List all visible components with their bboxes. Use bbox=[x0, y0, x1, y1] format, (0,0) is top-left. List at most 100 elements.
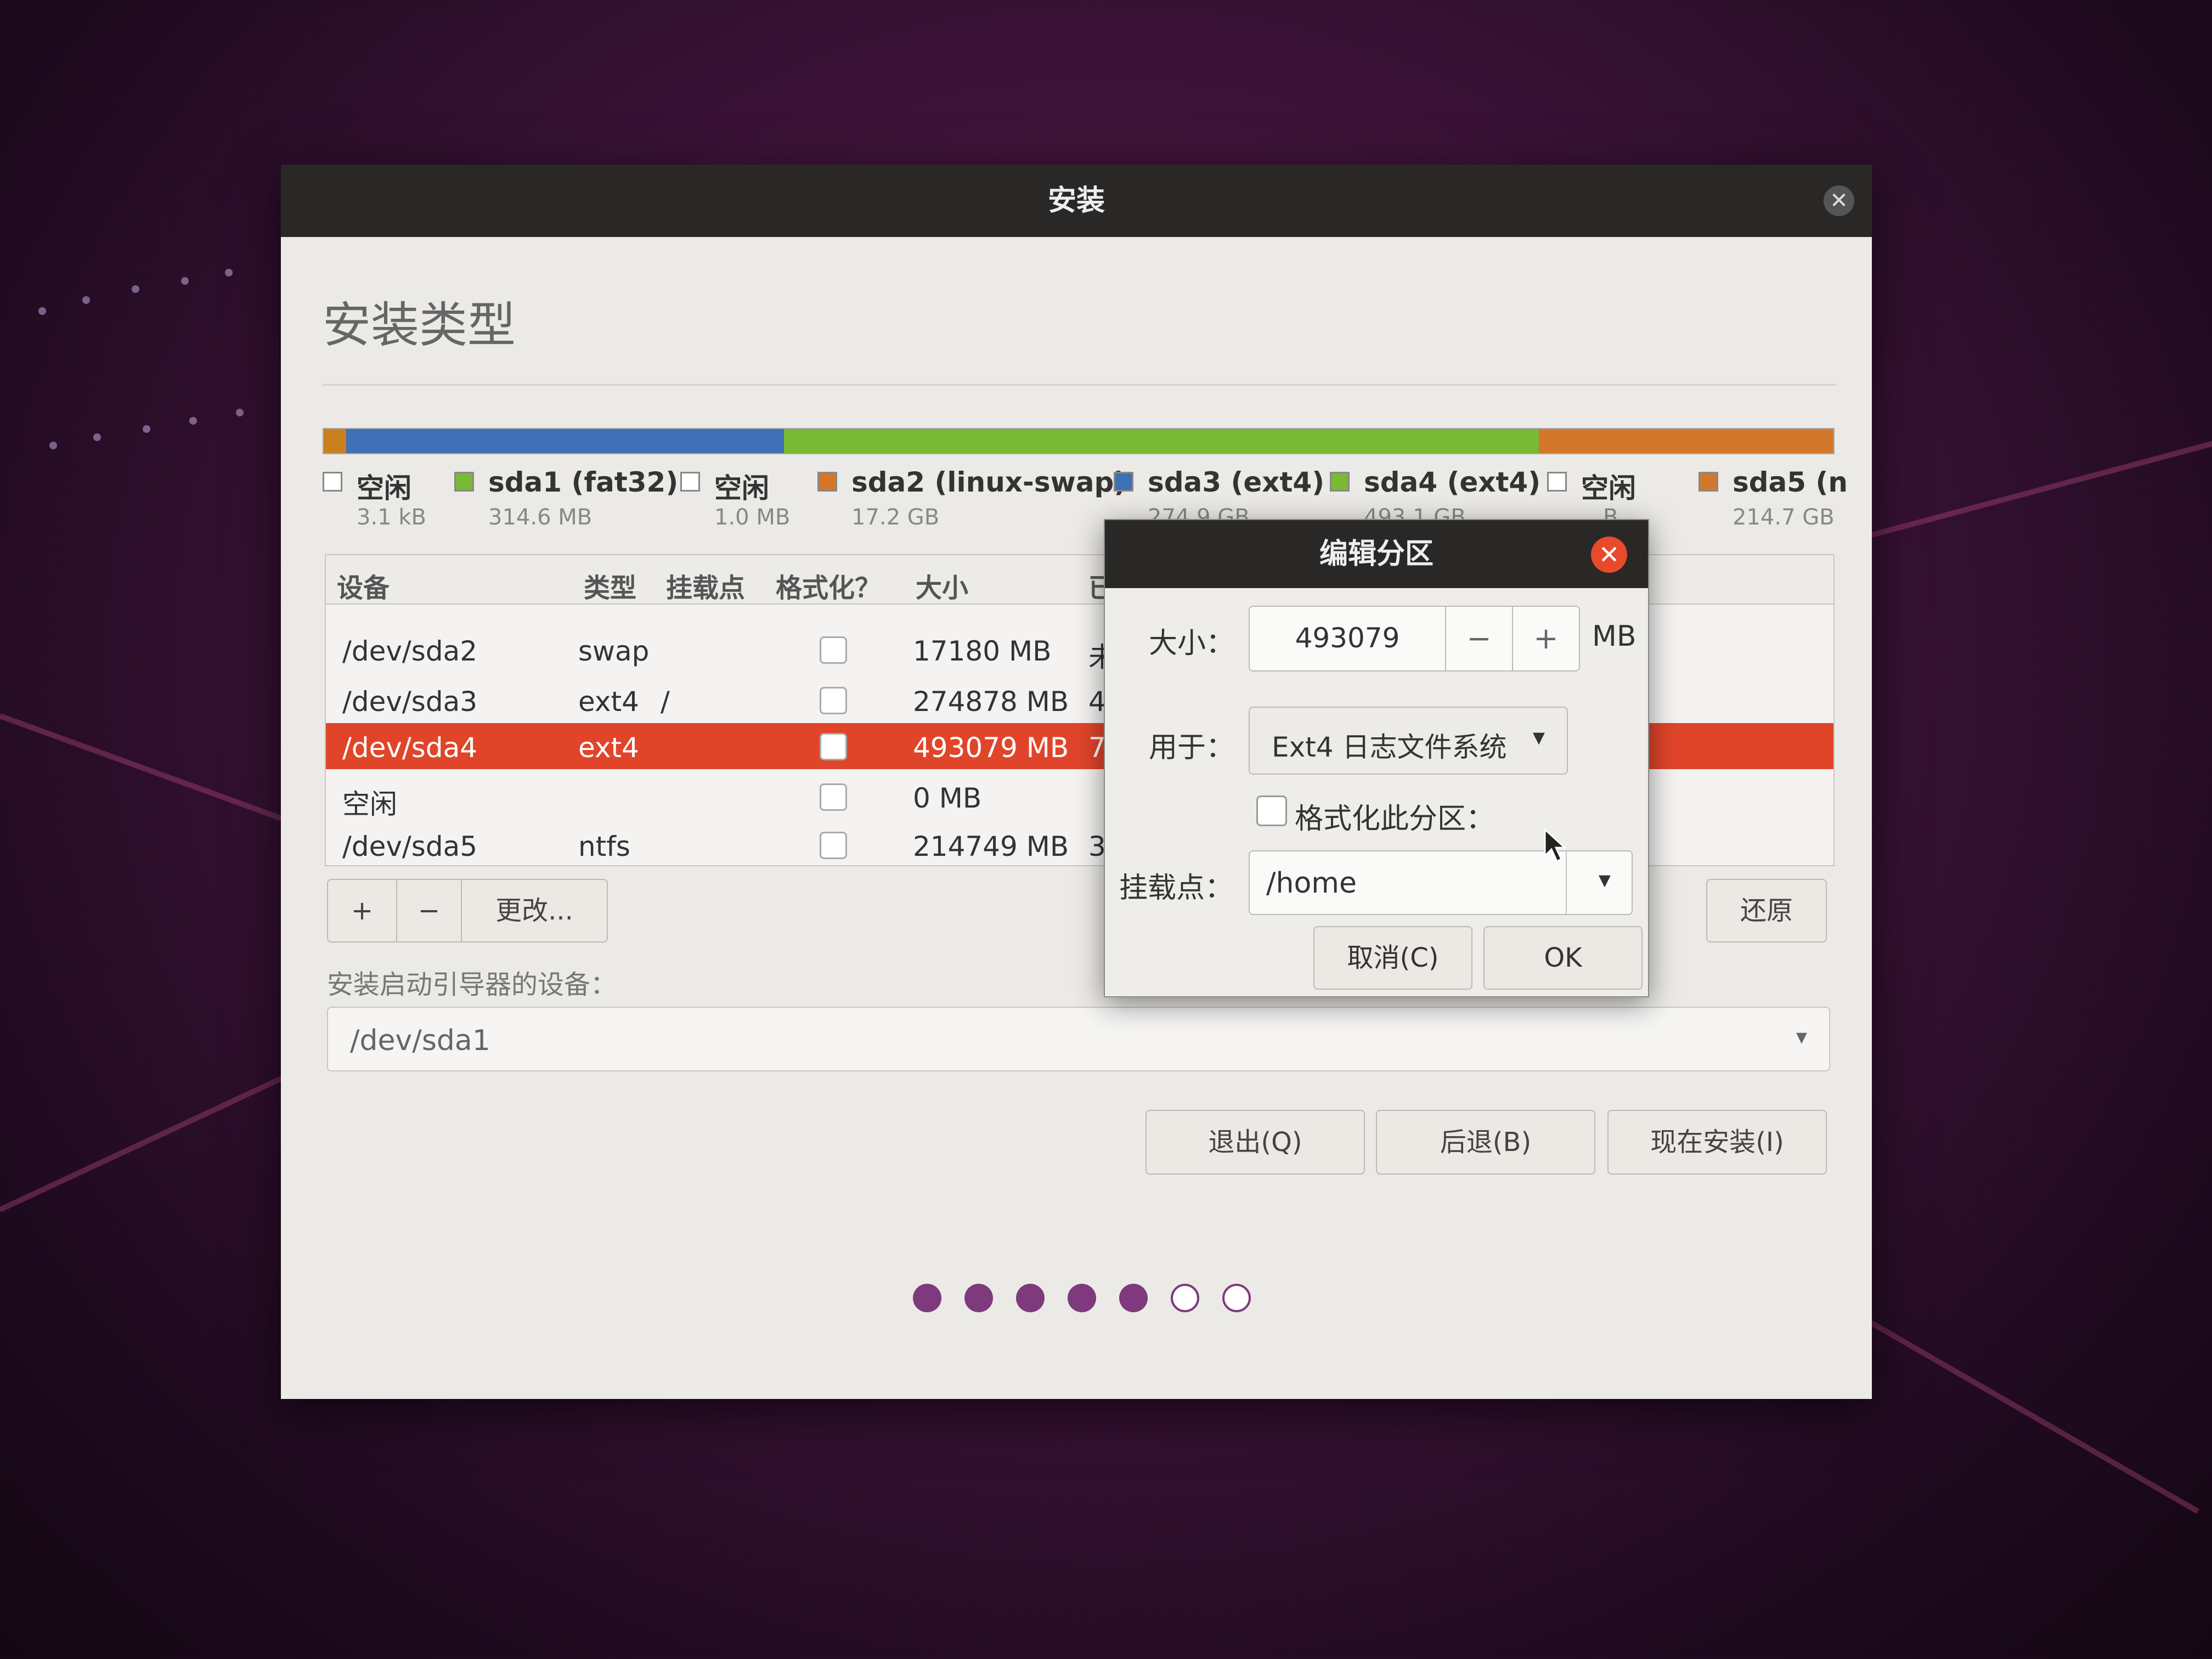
legend-name: sda1 (fat32) bbox=[488, 466, 679, 498]
window-titlebar[interactable]: 安装 ✕ bbox=[281, 165, 1872, 237]
progress-dot bbox=[1171, 1284, 1199, 1312]
dialog-titlebar[interactable]: 编辑分区 ✕ bbox=[1105, 520, 1648, 588]
format-checkbox[interactable] bbox=[820, 636, 847, 664]
cell-type: ext4 bbox=[578, 732, 639, 764]
close-icon[interactable]: ✕ bbox=[1591, 537, 1627, 573]
legend-size: 17.2 GB bbox=[851, 505, 940, 530]
legend-color-swatch bbox=[1547, 472, 1567, 492]
size-value: 493079 bbox=[1295, 622, 1400, 654]
size-unit: MB bbox=[1592, 620, 1637, 653]
format-checkbox[interactable] bbox=[820, 783, 847, 811]
background-ray bbox=[1864, 1317, 2199, 1514]
column-header-type[interactable]: 类型 bbox=[584, 566, 636, 605]
background-dot bbox=[49, 442, 57, 449]
chevron-down-icon: ▾ bbox=[1796, 1024, 1807, 1049]
back-button[interactable]: 后退(B) bbox=[1376, 1110, 1595, 1175]
legend-name: sda3 (ext4) bbox=[1148, 466, 1325, 498]
cell-device: /dev/sda4 bbox=[342, 732, 478, 764]
legend-color-swatch bbox=[1330, 472, 1350, 492]
legend-color-swatch bbox=[817, 472, 837, 492]
legend-name: 空闲 bbox=[357, 472, 411, 504]
background-dot bbox=[38, 307, 46, 315]
column-header-size[interactable]: 大小 bbox=[916, 566, 968, 605]
background-dot bbox=[132, 285, 139, 293]
cell-type: ext4 bbox=[578, 686, 639, 718]
partition-bar-segment bbox=[324, 429, 347, 453]
divider bbox=[323, 384, 1837, 386]
background-dot bbox=[82, 296, 90, 304]
bootloader-device-value: /dev/sda1 bbox=[350, 1024, 490, 1057]
cell-mount: / bbox=[661, 686, 670, 718]
edit-partition-dialog: 编辑分区 ✕ 大小： 493079 − + MB 用于： Ext4 日志文件系统… bbox=[1104, 519, 1649, 997]
legend-color-swatch bbox=[1114, 472, 1133, 492]
page-title: 安装类型 bbox=[323, 297, 516, 353]
format-checkbox[interactable] bbox=[820, 733, 847, 760]
use-as-label: 用于： bbox=[1149, 731, 1235, 764]
use-as-select[interactable]: Ext4 日志文件系统 ▾ bbox=[1249, 707, 1568, 775]
progress-dot bbox=[913, 1284, 941, 1312]
change-partition-button[interactable]: 更改... bbox=[461, 879, 608, 943]
add-partition-button[interactable]: + bbox=[327, 879, 397, 943]
use-as-value: Ext4 日志文件系统 bbox=[1272, 731, 1507, 763]
cell-size: 493079 MB bbox=[913, 732, 1069, 764]
legend-name: 空闲 bbox=[714, 472, 769, 504]
cancel-button[interactable]: 取消(C) bbox=[1313, 926, 1472, 990]
column-header-device[interactable]: 设备 bbox=[337, 566, 390, 605]
ok-button[interactable]: OK bbox=[1483, 926, 1643, 990]
column-header-format[interactable]: 格式化？ bbox=[776, 566, 881, 605]
partition-bar-segment bbox=[1539, 429, 1833, 453]
close-icon[interactable]: ✕ bbox=[1824, 185, 1854, 216]
background-dot bbox=[181, 277, 189, 285]
format-checkbox[interactable] bbox=[820, 687, 847, 714]
legend-size: 214.7 GB bbox=[1733, 505, 1835, 530]
background-dot bbox=[236, 409, 244, 416]
progress-dot bbox=[1222, 1284, 1251, 1312]
legend-color-swatch bbox=[1699, 472, 1718, 492]
cell-size: 214749 MB bbox=[913, 831, 1069, 862]
legend-name: sda2 (linux-swap) bbox=[851, 466, 1127, 498]
legend-size: 314.6 MB bbox=[488, 505, 592, 530]
dialog-title: 编辑分区 bbox=[1319, 538, 1434, 571]
format-partition-checkbox[interactable] bbox=[1256, 795, 1287, 826]
cell-size: 0 MB bbox=[913, 782, 982, 814]
chevron-down-icon: ▾ bbox=[1532, 723, 1545, 751]
progress-dot bbox=[1119, 1284, 1148, 1312]
install-now-button[interactable]: 现在安装(I) bbox=[1607, 1110, 1827, 1175]
size-increase-button[interactable]: + bbox=[1512, 606, 1580, 672]
column-header-mount[interactable]: 挂载点 bbox=[666, 566, 745, 605]
legend-name: sda5 (n bbox=[1733, 466, 1848, 498]
cell-type: swap bbox=[578, 635, 650, 667]
partition-bar bbox=[323, 428, 1835, 454]
cell-device: /dev/sda2 bbox=[342, 635, 478, 667]
legend-size: 3.1 kB bbox=[357, 505, 426, 530]
legend-name: sda4 (ext4) bbox=[1364, 466, 1541, 498]
background-dot bbox=[143, 425, 150, 433]
legend-size: 1.0 MB bbox=[714, 505, 791, 530]
cell-device: /dev/sda3 bbox=[342, 686, 478, 718]
partition-bar-segment bbox=[346, 429, 785, 453]
cell-size: 17180 MB bbox=[913, 635, 1052, 667]
size-decrease-button[interactable]: − bbox=[1445, 606, 1513, 672]
bootloader-device-select[interactable]: /dev/sda1 ▾ bbox=[327, 1007, 1830, 1071]
background-dot bbox=[189, 417, 197, 425]
size-label: 大小： bbox=[1149, 627, 1235, 660]
mount-point-value: /home bbox=[1266, 867, 1357, 900]
size-input[interactable]: 493079 bbox=[1249, 606, 1446, 672]
cell-device: 空闲 bbox=[342, 788, 397, 820]
quit-button[interactable]: 退出(Q) bbox=[1146, 1110, 1365, 1175]
cell-type: ntfs bbox=[578, 831, 630, 862]
mount-point-label: 挂载点： bbox=[1119, 872, 1234, 905]
mount-point-combobox[interactable]: /home ▾ bbox=[1249, 850, 1633, 915]
format-checkbox[interactable] bbox=[820, 832, 847, 859]
remove-partition-button[interactable]: − bbox=[396, 879, 462, 943]
cell-device: /dev/sda5 bbox=[342, 831, 478, 862]
cell-size: 274878 MB bbox=[913, 686, 1069, 718]
progress-dot bbox=[964, 1284, 993, 1312]
revert-button[interactable]: 还原 bbox=[1706, 879, 1827, 943]
progress-dot bbox=[1016, 1284, 1045, 1312]
legend-color-swatch bbox=[323, 472, 342, 492]
chevron-down-icon[interactable]: ▾ bbox=[1599, 866, 1611, 894]
legend-color-swatch bbox=[454, 472, 474, 492]
legend-color-swatch bbox=[680, 472, 700, 492]
mouse-cursor-icon bbox=[1544, 827, 1567, 863]
